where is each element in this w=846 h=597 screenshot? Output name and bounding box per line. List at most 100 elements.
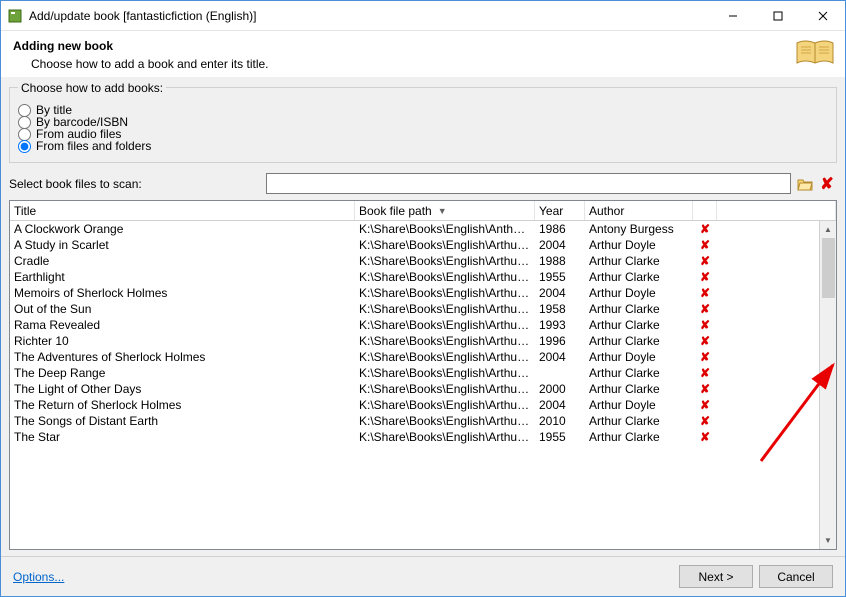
column-header-year[interactable]: Year (535, 201, 585, 220)
grid-body: A Clockwork OrangeK:\Share\Books\English… (10, 221, 836, 549)
table-row[interactable]: A Study in ScarletK:\Share\Books\English… (10, 237, 836, 253)
cell-year: 2004 (535, 285, 585, 301)
cell-author: Arthur Doyle (585, 285, 693, 301)
cell-year: 1986 (535, 221, 585, 237)
delete-row-button[interactable]: ✘ (693, 429, 717, 445)
cell-author: Antony Burgess (585, 221, 693, 237)
cell-path: K:\Share\Books\English\Arthur Co... (355, 349, 535, 365)
delete-row-button[interactable]: ✘ (693, 301, 717, 317)
table-row[interactable]: Memoirs of Sherlock HolmesK:\Share\Books… (10, 285, 836, 301)
scroll-down-button[interactable]: ▼ (820, 532, 837, 549)
vertical-scrollbar[interactable]: ▲ ▼ (819, 221, 836, 549)
cell-author: Arthur Doyle (585, 349, 693, 365)
cell-year: 1958 (535, 301, 585, 317)
delete-row-button[interactable]: ✘ (693, 237, 717, 253)
cancel-button[interactable]: Cancel (759, 565, 833, 588)
cell-author: Arthur Clarke (585, 381, 693, 397)
titlebar: Add/update book [fantasticfiction (Engli… (1, 1, 845, 31)
column-header-title[interactable]: Title (10, 201, 355, 220)
delete-row-button[interactable]: ✘ (693, 269, 717, 285)
cell-title: Richter 10 (10, 333, 355, 349)
column-header-spacer (717, 201, 836, 220)
radio-label: From files and folders (36, 139, 151, 153)
cell-title: Rama Revealed (10, 317, 355, 333)
cell-path: K:\Share\Books\English\Arthur Cla... (355, 253, 535, 269)
cell-title: The Deep Range (10, 365, 355, 381)
radio-option[interactable]: From files and folders (18, 138, 828, 154)
dialog-footer: Options... Next > Cancel (1, 556, 845, 596)
cell-path: K:\Share\Books\English\Arthur Cla... (355, 333, 535, 349)
cell-path: K:\Share\Books\English\Arthur Cla... (355, 429, 535, 445)
book-icon (793, 37, 837, 69)
delete-row-button[interactable]: ✘ (693, 381, 717, 397)
scroll-up-button[interactable]: ▲ (820, 221, 837, 238)
cell-year: 1988 (535, 253, 585, 269)
browse-folder-button[interactable] (795, 174, 815, 194)
scroll-thumb[interactable] (822, 238, 835, 298)
cell-title: The Adventures of Sherlock Holmes (10, 349, 355, 365)
cell-year: 2010 (535, 413, 585, 429)
page-subtitle: Choose how to add a book and enter its t… (31, 57, 833, 71)
column-header-delete (693, 201, 717, 220)
delete-row-button[interactable]: ✘ (693, 413, 717, 429)
cell-year: 1955 (535, 429, 585, 445)
table-row[interactable]: The StarK:\Share\Books\English\Arthur Cl… (10, 429, 836, 445)
table-row[interactable]: CradleK:\Share\Books\English\Arthur Cla.… (10, 253, 836, 269)
delete-row-button[interactable]: ✘ (693, 253, 717, 269)
cell-title: Memoirs of Sherlock Holmes (10, 285, 355, 301)
delete-row-button[interactable]: ✘ (693, 285, 717, 301)
table-row[interactable]: Richter 10K:\Share\Books\English\Arthur … (10, 333, 836, 349)
cell-year: 2004 (535, 397, 585, 413)
table-row[interactable]: The Light of Other DaysK:\Share\Books\En… (10, 381, 836, 397)
window-title: Add/update book [fantasticfiction (Engli… (29, 9, 710, 23)
delete-row-button[interactable]: ✘ (693, 333, 717, 349)
next-button[interactable]: Next > (679, 565, 753, 588)
column-header-author[interactable]: Author (585, 201, 693, 220)
cell-author: Arthur Clarke (585, 333, 693, 349)
cell-author: Arthur Doyle (585, 397, 693, 413)
radio-input[interactable] (18, 140, 31, 153)
delete-row-button[interactable]: ✘ (693, 221, 717, 237)
cell-path: K:\Share\Books\English\Anthony ... (355, 221, 535, 237)
table-row[interactable]: The Adventures of Sherlock HolmesK:\Shar… (10, 349, 836, 365)
scan-label: Select book files to scan: (9, 177, 266, 191)
group-legend: Choose how to add books: (18, 81, 166, 95)
scroll-track[interactable] (820, 238, 837, 532)
table-row[interactable]: A Clockwork OrangeK:\Share\Books\English… (10, 221, 836, 237)
close-button[interactable] (800, 1, 845, 31)
table-row[interactable]: The Deep RangeK:\Share\Books\English\Art… (10, 365, 836, 381)
cell-year: 2000 (535, 381, 585, 397)
column-header-path[interactable]: Book file path▼ (355, 201, 535, 220)
cell-title: Out of the Sun (10, 301, 355, 317)
cell-year: 1955 (535, 269, 585, 285)
clear-path-button[interactable]: ✘ (817, 174, 837, 194)
cell-path: K:\Share\Books\English\Arthur Cla... (355, 269, 535, 285)
cell-author: Arthur Clarke (585, 269, 693, 285)
dialog-body: Choose how to add books: By titleBy barc… (1, 77, 845, 556)
cell-title: The Songs of Distant Earth (10, 413, 355, 429)
table-row[interactable]: Out of the SunK:\Share\Books\English\Art… (10, 301, 836, 317)
cell-year: 1993 (535, 317, 585, 333)
cell-title: Cradle (10, 253, 355, 269)
page-title: Adding new book (13, 39, 833, 53)
delete-row-button[interactable]: ✘ (693, 349, 717, 365)
delete-row-button[interactable]: ✘ (693, 397, 717, 413)
scan-path-input[interactable] (266, 173, 791, 194)
maximize-button[interactable] (755, 1, 800, 31)
table-row[interactable]: Rama RevealedK:\Share\Books\English\Arth… (10, 317, 836, 333)
delete-row-button[interactable]: ✘ (693, 317, 717, 333)
cell-title: The Star (10, 429, 355, 445)
cell-author: Arthur Doyle (585, 237, 693, 253)
delete-row-button[interactable]: ✘ (693, 365, 717, 381)
cell-title: The Light of Other Days (10, 381, 355, 397)
book-grid: Title Book file path▼ Year Author A Cloc… (9, 200, 837, 550)
options-link[interactable]: Options... (13, 570, 64, 584)
add-method-group: Choose how to add books: By titleBy barc… (9, 87, 837, 163)
table-row[interactable]: The Songs of Distant EarthK:\Share\Books… (10, 413, 836, 429)
minimize-button[interactable] (710, 1, 755, 31)
table-row[interactable]: The Return of Sherlock HolmesK:\Share\Bo… (10, 397, 836, 413)
table-row[interactable]: EarthlightK:\Share\Books\English\Arthur … (10, 269, 836, 285)
cell-author: Arthur Clarke (585, 301, 693, 317)
scan-row: Select book files to scan: ✘ (9, 173, 837, 194)
cell-author: Arthur Clarke (585, 253, 693, 269)
